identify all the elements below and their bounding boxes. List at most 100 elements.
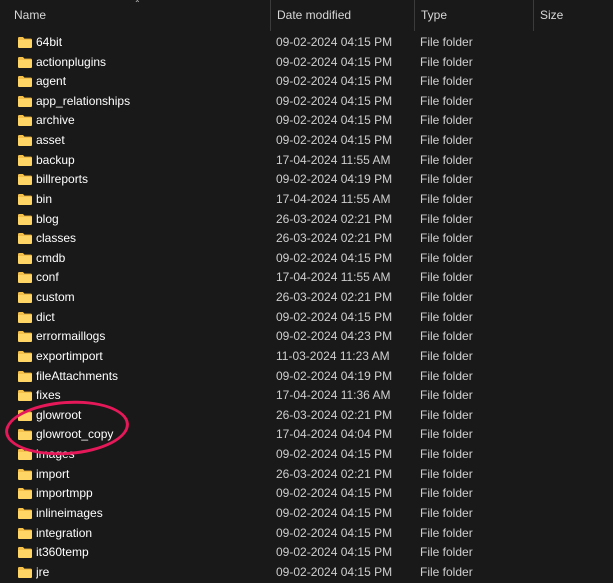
file-name: actionplugins xyxy=(36,54,107,69)
file-name: importmpp xyxy=(36,486,93,501)
file-date-modified: 09-02-2024 04:15 PM xyxy=(276,74,393,89)
folder-icon xyxy=(18,92,32,111)
file-row[interactable]: actionplugins 09-02-2024 04:15 PM File fol… xyxy=(0,53,613,72)
file-row[interactable]: images 09-02-2024 04:15 PM File folder xyxy=(0,445,613,464)
folder-icon xyxy=(18,327,32,346)
file-row[interactable]: app_relationships 09-02-2024 04:15 PM File… xyxy=(0,92,613,111)
file-name: fixes xyxy=(36,388,61,403)
file-date-modified: 09-02-2024 04:15 PM xyxy=(276,113,393,128)
file-date-modified: 09-02-2024 04:15 PM xyxy=(276,564,393,579)
file-type: File folder xyxy=(420,388,473,403)
file-row[interactable]: bin 17-04-2024 11:55 AM File folder xyxy=(0,190,613,209)
folder-icon xyxy=(18,465,32,484)
file-name: classes xyxy=(36,231,77,246)
folder-icon xyxy=(18,190,32,209)
file-type: File folder xyxy=(420,54,473,69)
file-row[interactable]: backup 17-04-2024 11:55 AM File folder xyxy=(0,151,613,170)
file-date-modified: 11-03-2024 11:23 AM xyxy=(276,348,390,363)
folder-icon xyxy=(18,484,32,503)
file-type: File folder xyxy=(420,505,473,520)
file-name: integration xyxy=(36,525,93,540)
file-row[interactable]: archive 09-02-2024 04:15 PM File folder xyxy=(0,111,613,130)
file-row[interactable]: it360temp 09-02-2024 04:15 PM File folder xyxy=(0,543,613,562)
file-row[interactable]: inlineimages 09-02-2024 04:15 PM File fold… xyxy=(0,504,613,523)
file-date-modified: 09-02-2024 04:15 PM xyxy=(276,35,393,49)
file-row[interactable]: exportimport 11-03-2024 11:23 AM File fold… xyxy=(0,347,613,366)
file-type: File folder xyxy=(420,152,473,167)
file-type: File folder xyxy=(420,427,473,442)
file-row[interactable]: billreports 09-02-2024 04:19 PM File folde… xyxy=(0,170,613,189)
folder-icon xyxy=(18,386,32,405)
file-name: 64bit xyxy=(36,35,63,49)
file-row[interactable]: fileAttachments 09-02-2024 04:19 PM File f… xyxy=(0,367,613,386)
file-name: it360temp xyxy=(36,545,89,560)
file-row[interactable]: importmpp 09-02-2024 04:15 PM File folder xyxy=(0,484,613,503)
column-header-date-modified[interactable]: Date modified xyxy=(270,0,414,31)
file-name: cmdb xyxy=(36,250,66,265)
file-date-modified: 17-04-2024 11:36 AM xyxy=(276,388,391,403)
file-row[interactable]: asset 09-02-2024 04:15 PM File folder xyxy=(0,131,613,150)
file-date-modified: 26-03-2024 02:21 PM xyxy=(276,290,393,305)
file-date-modified: 26-03-2024 02:21 PM xyxy=(276,231,393,246)
sort-ascending-icon: ⌃ xyxy=(134,0,141,8)
file-row[interactable]: cmdb 09-02-2024 04:15 PM File folder xyxy=(0,249,613,268)
folder-icon xyxy=(18,249,32,268)
file-type: File folder xyxy=(420,74,473,89)
folder-icon xyxy=(18,53,32,72)
file-name: glowroot_copy xyxy=(36,427,114,442)
file-row[interactable]: dict 09-02-2024 04:15 PM File folder xyxy=(0,308,613,327)
file-name: images xyxy=(36,447,75,462)
folder-icon xyxy=(18,131,32,150)
file-date-modified: 17-04-2024 11:55 AM xyxy=(276,152,391,167)
column-header-size[interactable]: Size xyxy=(533,0,613,31)
file-name: blog xyxy=(36,211,59,226)
file-row[interactable]: glowroot_copy 17-04-2024 04:04 PM File fol… xyxy=(0,425,613,444)
file-row[interactable]: glowroot 26-03-2024 02:21 PM File folder xyxy=(0,406,613,425)
file-row[interactable]: import 26-03-2024 02:21 PM File folder xyxy=(0,465,613,484)
file-type: File folder xyxy=(420,348,473,363)
file-row[interactable]: conf 17-04-2024 11:55 AM File folder xyxy=(0,268,613,287)
file-type: File folder xyxy=(420,329,473,344)
file-type: File folder xyxy=(420,447,473,462)
file-row[interactable]: agent 09-02-2024 04:15 PM File folder xyxy=(0,72,613,91)
folder-icon xyxy=(18,268,32,287)
file-name: glowroot xyxy=(36,407,82,422)
file-row[interactable]: classes 26-03-2024 02:21 PM File folder xyxy=(0,229,613,248)
file-type: File folder xyxy=(420,368,473,383)
file-name: fileAttachments xyxy=(36,368,119,383)
column-header-type[interactable]: Type xyxy=(414,0,533,31)
file-date-modified: 09-02-2024 04:15 PM xyxy=(276,93,393,108)
folder-icon xyxy=(18,151,32,170)
file-date-modified: 26-03-2024 02:21 PM xyxy=(276,211,393,226)
file-type: File folder xyxy=(420,250,473,265)
column-header-bar: Name ⌃ Date modified Type Size xyxy=(0,0,613,31)
file-type: File folder xyxy=(420,113,473,128)
file-name: inlineimages xyxy=(36,505,103,520)
file-date-modified: 26-03-2024 02:21 PM xyxy=(276,466,393,481)
file-type: File folder xyxy=(420,545,473,560)
file-row[interactable]: jre 09-02-2024 04:15 PM File folder xyxy=(0,563,613,582)
file-date-modified: 17-04-2024 11:55 AM xyxy=(276,191,391,206)
file-row[interactable]: custom 26-03-2024 02:21 PM File folder xyxy=(0,288,613,307)
file-date-modified: 09-02-2024 04:19 PM xyxy=(276,368,393,383)
file-name: dict xyxy=(36,309,55,324)
folder-icon xyxy=(18,543,32,562)
file-type: File folder xyxy=(420,290,473,305)
file-row[interactable]: fixes 17-04-2024 11:36 AM File folder xyxy=(0,386,613,405)
file-date-modified: 09-02-2024 04:15 PM xyxy=(276,525,393,540)
file-name: bin xyxy=(36,191,53,206)
file-date-modified: 09-02-2024 04:19 PM xyxy=(276,172,393,187)
file-row[interactable]: integration 09-02-2024 04:15 PM File folde… xyxy=(0,524,613,543)
file-row[interactable]: 64bit 09-02-2024 04:15 PM File folder xyxy=(0,33,613,52)
file-name: backup xyxy=(36,152,75,167)
file-type: File folder xyxy=(420,93,473,108)
file-row[interactable]: blog 26-03-2024 02:21 PM File folder xyxy=(0,210,613,229)
file-type: File folder xyxy=(420,309,473,324)
file-row[interactable]: errormaillogs 09-02-2024 04:23 PM File fol… xyxy=(0,327,613,346)
file-date-modified: 09-02-2024 04:15 PM xyxy=(276,133,393,148)
folder-icon xyxy=(18,445,32,464)
folder-icon xyxy=(18,288,32,307)
file-date-modified: 09-02-2024 04:15 PM xyxy=(276,54,393,69)
file-name: custom xyxy=(36,290,75,305)
file-date-modified: 09-02-2024 04:15 PM xyxy=(276,545,393,560)
